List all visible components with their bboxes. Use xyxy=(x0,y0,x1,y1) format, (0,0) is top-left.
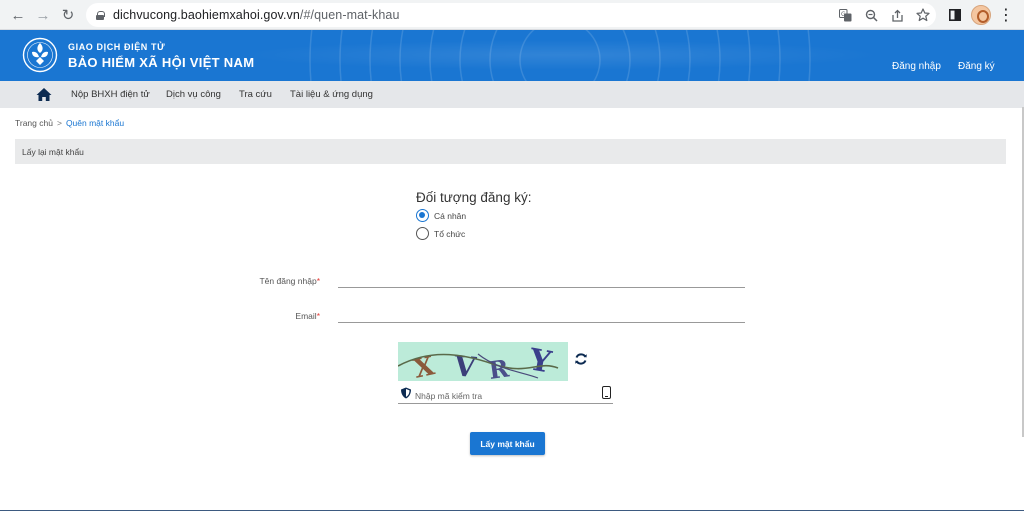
required-mark: * xyxy=(316,311,320,321)
breadcrumb-home[interactable]: Trang chủ xyxy=(15,118,53,128)
menu-item-dich-vu-cong[interactable]: Dịch vụ công xyxy=(166,89,221,100)
username-input[interactable] xyxy=(338,270,745,288)
radio-to-chuc[interactable] xyxy=(416,227,429,240)
address-bar[interactable]: dichvucong.baohiemxahoi.gov.vn/#/quen-ma… xyxy=(86,3,936,27)
url-text: dichvucong.baohiemxahoi.gov.vn/#/quen-ma… xyxy=(113,8,400,22)
breadcrumb: Trang chủ > Quên mật khẩu xyxy=(15,118,124,128)
main-menu: Nộp BHXH điện tử Dịch vụ công Tra cứu Tà… xyxy=(0,81,1024,108)
bhxh-logo-icon xyxy=(22,37,58,73)
registration-type-title: Đối tượng đăng ký: xyxy=(416,190,532,205)
refresh-captcha-icon[interactable] xyxy=(574,352,588,366)
forward-arrow-icon[interactable]: → xyxy=(31,3,55,27)
email-label: Email* xyxy=(200,311,320,321)
mobile-phone-icon[interactable] xyxy=(602,386,611,399)
username-label: Tên đăng nhập* xyxy=(200,276,320,286)
lock-icon xyxy=(96,10,105,20)
breadcrumb-separator: > xyxy=(56,118,62,128)
site-header: GIAO DỊCH ĐIỆN TỬ BẢO HIỂM XÃ HỘI VIỆT N… xyxy=(0,30,1024,81)
captcha-input-underline xyxy=(398,403,613,404)
required-mark: * xyxy=(316,276,320,286)
back-arrow-icon[interactable]: ← xyxy=(6,3,30,27)
captcha-input[interactable] xyxy=(415,388,595,403)
panel-title: Lấy lại mật khẩu xyxy=(15,139,1006,164)
shield-icon xyxy=(401,387,411,399)
radio-to-chuc-label[interactable]: Tổ chức xyxy=(434,229,465,239)
email-input[interactable] xyxy=(338,305,745,323)
url-path: /#/quen-mat-khau xyxy=(299,8,400,22)
browser-toolbar: ← → ↻ dichvucong.baohiemxahoi.gov.vn/#/q… xyxy=(0,0,1024,30)
side-panel-icon[interactable] xyxy=(944,3,966,27)
menu-item-nop-bhxh[interactable]: Nộp BHXH điện tử xyxy=(71,89,150,100)
zoom-icon[interactable] xyxy=(860,3,882,27)
email-label-text: Email xyxy=(295,311,317,321)
url-host: dichvucong.baohiemxahoi.gov.vn xyxy=(113,8,300,22)
reload-icon[interactable]: ↻ xyxy=(56,3,80,27)
captcha-image: XVRY xyxy=(398,342,568,381)
translate-icon[interactable]: G xyxy=(834,3,856,27)
chrome-menu-icon[interactable]: ⋮ xyxy=(995,3,1017,27)
brand-title[interactable]: BẢO HIỂM XÃ HỘI VIỆT NAM xyxy=(68,55,254,70)
get-password-button[interactable]: Lấy mật khẩu xyxy=(470,432,545,455)
home-icon[interactable] xyxy=(36,87,52,102)
captcha-letter: V xyxy=(451,349,478,381)
radio-ca-nhan-label[interactable]: Cá nhân xyxy=(434,211,466,221)
radio-ca-nhan[interactable] xyxy=(416,209,429,222)
bookmark-star-icon[interactable] xyxy=(912,3,934,27)
username-label-text: Tên đăng nhập xyxy=(259,276,317,286)
share-icon[interactable] xyxy=(886,3,908,27)
breadcrumb-current[interactable]: Quên mật khẩu xyxy=(66,118,124,128)
brand-subtitle: GIAO DỊCH ĐIỆN TỬ xyxy=(68,42,166,52)
login-link[interactable]: Đăng nhập xyxy=(892,61,941,72)
menu-item-tra-cuu[interactable]: Tra cứu xyxy=(239,89,272,100)
svg-text:G: G xyxy=(841,11,846,18)
register-link[interactable]: Đăng ký xyxy=(958,61,995,72)
header-drum-pattern xyxy=(309,30,811,81)
menu-item-tai-lieu[interactable]: Tài liệu & ứng dụng xyxy=(290,89,373,100)
profile-avatar[interactable] xyxy=(971,5,991,25)
